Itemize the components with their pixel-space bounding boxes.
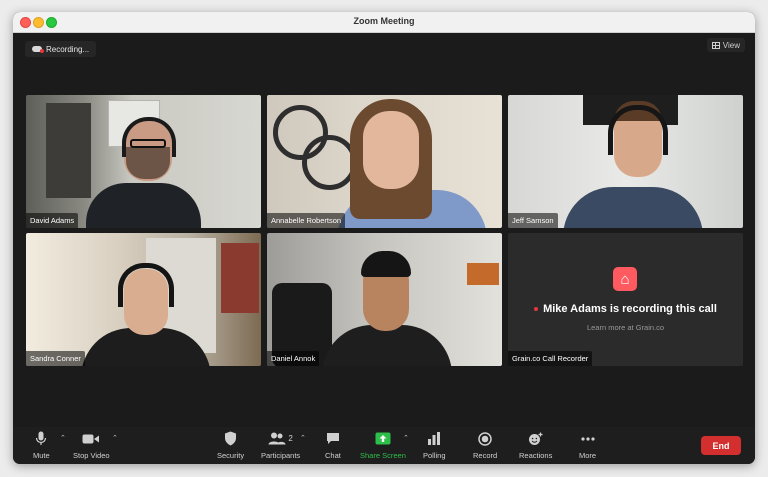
stop-video-label: Stop Video xyxy=(73,451,110,460)
video-tile[interactable]: David Adams xyxy=(26,95,261,228)
recording-indicator[interactable]: Recording... xyxy=(25,41,97,57)
learn-more-text: Learn more at Grain.co xyxy=(586,323,665,332)
airbnb-logo-icon: ⌂ xyxy=(613,267,637,291)
chat-bubble-icon xyxy=(326,431,340,446)
video-options-chevron-icon[interactable]: ⌃ xyxy=(112,434,118,442)
more-dots-icon xyxy=(580,431,595,446)
participant-name: Jeff Samson xyxy=(508,213,558,228)
recorder-tile[interactable]: ⌂ Mike Adams is recording this call Lear… xyxy=(508,233,743,366)
security-label: Security xyxy=(217,451,245,460)
participants-options-chevron-icon[interactable]: ⌃ xyxy=(300,434,306,442)
video-tile[interactable]: Daniel Annok xyxy=(267,233,502,366)
more-label: More xyxy=(579,451,597,460)
bar-chart-icon xyxy=(427,431,441,446)
record-button[interactable]: Record xyxy=(473,431,497,460)
emoji-plus-icon xyxy=(528,431,543,446)
video-tile[interactable]: Sandra Conner xyxy=(26,233,261,366)
window-title: Zoom Meeting xyxy=(353,16,415,26)
participant-name: David Adams xyxy=(26,213,79,228)
participant-name: Annabelle Robertson xyxy=(267,213,346,228)
view-button[interactable]: View xyxy=(706,38,745,52)
record-label: Record xyxy=(473,451,498,460)
mute-button[interactable]: Mute xyxy=(33,431,50,460)
polling-button[interactable]: Polling xyxy=(423,431,446,460)
video-tile[interactable]: Jeff Samson xyxy=(508,95,743,228)
record-icon xyxy=(478,431,492,446)
view-label: View xyxy=(722,40,740,50)
share-options-chevron-icon[interactable]: ⌃ xyxy=(403,434,409,442)
recording-message-text: Mike Adams is recording this call xyxy=(543,303,717,315)
participants-label: Participants xyxy=(261,451,301,460)
participant-name: Daniel Annok xyxy=(267,351,320,366)
share-screen-button[interactable]: Share Screen xyxy=(360,431,406,460)
chat-button[interactable]: Chat xyxy=(325,431,341,460)
mute-label: Mute xyxy=(33,451,50,460)
participants-button[interactable]: 2 Participants xyxy=(261,431,300,460)
more-button[interactable]: More xyxy=(579,431,596,460)
shield-icon xyxy=(224,431,237,446)
meeting-toolbar: Mute ⌃ Stop Video ⌃ Security 2 Participa… xyxy=(13,427,755,464)
participant-name: Grain.co Call Recorder xyxy=(508,351,593,366)
share-screen-icon xyxy=(375,431,391,446)
title-bar: Zoom Meeting xyxy=(13,12,755,33)
zoom-window: Zoom Meeting Recording... View David Ada… xyxy=(13,12,755,464)
share-screen-label: Share Screen xyxy=(360,451,406,460)
end-meeting-button[interactable]: End xyxy=(701,436,741,455)
cloud-record-icon xyxy=(32,46,44,53)
video-tile[interactable]: Annabelle Robertson xyxy=(267,95,502,228)
security-button[interactable]: Security xyxy=(217,431,244,460)
recording-message: Mike Adams is recording this call xyxy=(508,303,743,315)
grid-view-icon xyxy=(711,41,720,49)
participant-name: Sandra Conner xyxy=(26,351,85,366)
participants-icon: 2 xyxy=(268,431,293,446)
microphone-icon xyxy=(35,431,47,446)
stop-video-button[interactable]: Stop Video xyxy=(73,431,110,460)
participants-count: 2 xyxy=(288,434,293,443)
polling-label: Polling xyxy=(423,451,446,460)
red-dot-icon xyxy=(534,307,539,312)
audio-options-chevron-icon[interactable]: ⌃ xyxy=(60,434,66,442)
reactions-label: Reactions xyxy=(519,451,553,460)
recording-label: Recording... xyxy=(46,44,90,54)
video-camera-icon xyxy=(82,431,100,446)
reactions-button[interactable]: Reactions xyxy=(519,431,552,460)
chat-label: Chat xyxy=(325,451,341,460)
